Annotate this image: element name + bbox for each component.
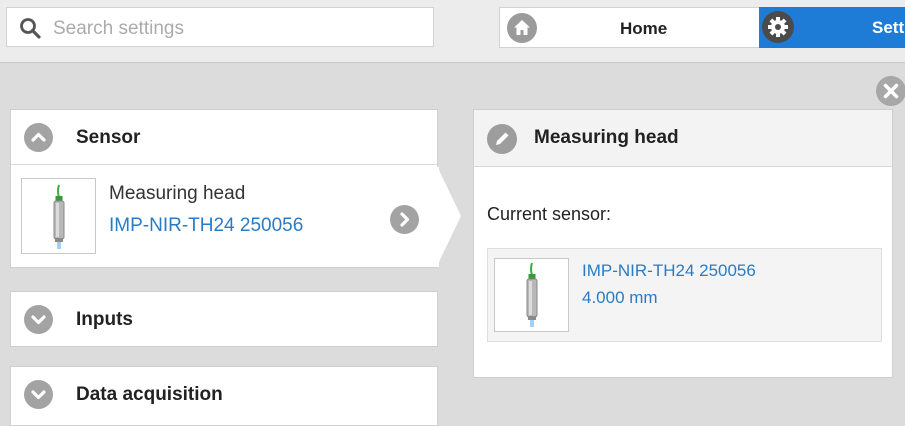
- chevron-right-icon[interactable]: [390, 205, 419, 234]
- inputs-section-header[interactable]: Inputs: [11, 292, 437, 346]
- top-bar: Home Settings: [0, 0, 905, 63]
- panel-header: Measuring head: [474, 110, 892, 167]
- current-sensor-label: Current sensor:: [487, 204, 612, 224]
- search-input[interactable]: [51, 14, 425, 44]
- search-box[interactable]: [6, 7, 434, 47]
- sensor-item-name: Measuring head: [109, 183, 246, 204]
- inputs-section-title: Inputs: [76, 309, 133, 330]
- sensor-section: Sensor Measuring head IMP-NIR-TH24 25005…: [10, 109, 439, 268]
- sensor-item-model: IMP-NIR-TH24 250056: [109, 215, 304, 236]
- search-icon: [19, 17, 41, 39]
- home-icon: [507, 13, 537, 43]
- chevron-down-icon: [24, 380, 53, 409]
- nav-settings-label: Settings: [872, 18, 905, 37]
- sensor-probe-image: [21, 178, 96, 254]
- nav-home-label: Home: [620, 19, 668, 38]
- data-acquisition-section[interactable]: Data acquisition: [10, 366, 438, 426]
- nav-home-button[interactable]: Home: [499, 7, 759, 48]
- current-sensor-range: 4.000 mm: [582, 288, 658, 307]
- sensor-section-header[interactable]: Sensor: [11, 110, 437, 165]
- measuring-head-panel: Measuring head Current sensor: IMP-NIR-T…: [473, 109, 893, 378]
- chevron-down-icon: [24, 305, 53, 334]
- current-sensor-card[interactable]: IMP-NIR-TH24 250056 4.000 mm: [487, 248, 882, 342]
- sensor-list-item[interactable]: Measuring head IMP-NIR-TH24 250056: [11, 167, 439, 267]
- data-acquisition-section-title: Data acquisition: [76, 384, 223, 405]
- close-button[interactable]: [876, 76, 905, 106]
- nav-settings-button[interactable]: Settings: [759, 7, 905, 48]
- chevron-up-icon: [24, 123, 53, 152]
- panel-title: Measuring head: [534, 127, 679, 148]
- pencil-icon: [487, 124, 517, 154]
- current-sensor-model: IMP-NIR-TH24 250056: [582, 261, 756, 280]
- sensor-section-title: Sensor: [76, 127, 141, 148]
- sensor-probe-image: [494, 258, 569, 332]
- selection-pointer: [437, 166, 461, 266]
- gear-icon: [762, 11, 794, 43]
- close-icon: [876, 76, 905, 106]
- inputs-section[interactable]: Inputs: [10, 291, 438, 347]
- data-acquisition-section-header[interactable]: Data acquisition: [11, 367, 437, 421]
